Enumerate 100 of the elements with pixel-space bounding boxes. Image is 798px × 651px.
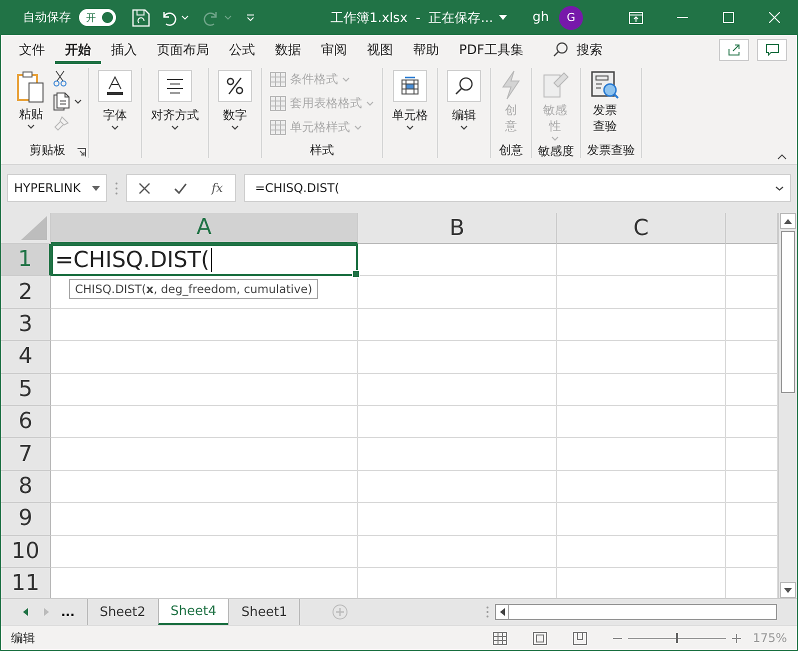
grid-cell[interactable]	[557, 308, 726, 342]
row-header[interactable]: 5	[1, 374, 51, 406]
ribbon-display-icon[interactable]	[629, 12, 643, 24]
cancel-icon[interactable]	[139, 182, 150, 194]
grid-cell[interactable]	[51, 536, 358, 568]
save-icon[interactable]	[132, 8, 150, 26]
row-header[interactable]: 6	[1, 406, 51, 438]
grid-cell[interactable]	[51, 406, 358, 438]
scroll-down-button[interactable]	[780, 582, 796, 598]
comments-button[interactable]	[757, 38, 787, 60]
collapse-ribbon-icon[interactable]	[777, 154, 787, 160]
grid-cell[interactable]	[51, 341, 358, 374]
sheet-tab[interactable]: Sheet4	[158, 599, 228, 625]
add-sheet-icon[interactable]	[332, 604, 348, 620]
grid-cell[interactable]	[51, 470, 358, 504]
grid-cell[interactable]	[557, 374, 726, 406]
grid-cell[interactable]	[557, 406, 726, 438]
grid-cell[interactable]	[358, 374, 557, 406]
select-all-icon[interactable]	[21, 216, 47, 240]
grid-cell[interactable]	[51, 308, 358, 342]
menu-tab[interactable]: PDF工具集	[449, 35, 534, 64]
ribbon-button[interactable]: 字体	[95, 68, 135, 132]
row-header[interactable]: 7	[1, 438, 51, 471]
drag-handle-icon[interactable]	[115, 182, 118, 194]
minimize-icon[interactable]	[676, 17, 688, 18]
horizontal-scrollbar[interactable]	[495, 604, 777, 620]
ribbon-button[interactable]: 单元格	[389, 68, 431, 132]
grid-cell[interactable]	[557, 470, 726, 504]
grid-cell[interactable]	[358, 536, 557, 568]
menu-tab[interactable]: 插入	[101, 35, 147, 64]
grid-cell[interactable]	[557, 341, 726, 374]
ribbon-button[interactable]: 粘贴	[13, 68, 49, 131]
grid-cell[interactable]	[557, 438, 726, 471]
menu-tab[interactable]: 公式	[219, 35, 265, 64]
close-icon[interactable]	[768, 12, 780, 23]
row-header[interactable]: 10	[1, 536, 51, 568]
grid-cell[interactable]	[358, 406, 557, 438]
splitter-icon[interactable]	[486, 606, 489, 618]
previous-sheet-icon[interactable]	[23, 608, 28, 616]
search-button[interactable]: 搜索	[547, 38, 608, 62]
expand-icon[interactable]	[775, 186, 784, 190]
font-color-icon	[106, 76, 124, 96]
grid-cell[interactable]	[358, 341, 557, 374]
grid-cell[interactable]	[557, 536, 726, 568]
grid-cell[interactable]	[51, 503, 358, 536]
column-header[interactable]: C	[557, 213, 726, 244]
menu-tab[interactable]: 数据	[265, 35, 311, 64]
caret-icon[interactable]	[499, 15, 508, 20]
menu-tab[interactable]: 视图	[357, 35, 403, 64]
ribbon-button[interactable]: 数字	[215, 68, 255, 132]
next-sheet-icon[interactable]	[44, 608, 49, 616]
row-header[interactable]: 11	[1, 568, 51, 598]
maximize-icon[interactable]	[722, 12, 734, 23]
grid-cell[interactable]	[358, 503, 557, 536]
scrollbar-thumb[interactable]	[781, 231, 795, 393]
scroll-up-button[interactable]	[780, 213, 796, 229]
ribbon-button[interactable]: 编辑	[444, 68, 484, 132]
grid-cell[interactable]	[51, 438, 358, 471]
grid-cell[interactable]	[358, 438, 557, 471]
grid-cell[interactable]	[358, 308, 557, 342]
avatar[interactable]: G	[559, 6, 583, 30]
share-button[interactable]	[719, 38, 749, 60]
row-header[interactable]: 9	[1, 503, 51, 536]
menu-tab[interactable]: 文件	[9, 35, 55, 64]
row-header[interactable]: 4	[1, 341, 51, 374]
page-layout-icon[interactable]	[532, 632, 547, 644]
row-header[interactable]: 2	[1, 276, 51, 309]
menu-tab[interactable]: 页面布局	[147, 35, 219, 64]
page-break-icon[interactable]	[572, 632, 587, 644]
lightning-icon	[500, 70, 522, 100]
grid-cell[interactable]	[51, 374, 358, 406]
row-header[interactable]: 8	[1, 470, 51, 504]
menu-tab[interactable]: 审阅	[311, 35, 357, 64]
customize-icon[interactable]	[246, 14, 255, 22]
formula-input[interactable]: =CHISQ.DIST(	[244, 174, 791, 202]
row-header[interactable]: 1	[1, 244, 51, 276]
check-icon[interactable]	[174, 182, 188, 194]
insert-function-button[interactable]: fx	[212, 181, 223, 195]
launcher-icon[interactable]	[77, 148, 86, 157]
row-header[interactable]: 3	[1, 308, 51, 342]
autosave-toggle[interactable]: 开	[79, 9, 116, 26]
column-header[interactable]: B	[358, 213, 557, 244]
grid-cell[interactable]	[557, 503, 726, 536]
ribbon-icon-button[interactable]	[53, 92, 82, 111]
ribbon-button[interactable]: 对齐方式	[148, 68, 202, 132]
ribbon-button[interactable]: 发票查验	[587, 68, 623, 136]
cell-editor[interactable]: =CHISQ.DIST(	[51, 244, 358, 276]
zoom-slider-thumb[interactable]	[676, 633, 678, 643]
caret-icon[interactable]	[92, 186, 100, 190]
grid-cell[interactable]	[358, 244, 557, 276]
name-box[interactable]: HYPERLINK	[7, 174, 107, 202]
normal-view-icon[interactable]	[492, 632, 507, 644]
grid-cell[interactable]	[557, 276, 726, 309]
more-sheets-button[interactable]: ...	[61, 599, 87, 625]
zoom-in-icon[interactable]	[732, 634, 741, 642]
grid-cell[interactable]	[358, 276, 557, 309]
menu-tab[interactable]: 帮助	[403, 35, 449, 64]
column-header[interactable]: A	[51, 213, 358, 244]
grid-cell[interactable]	[358, 470, 557, 504]
grid-cell[interactable]	[557, 244, 726, 276]
